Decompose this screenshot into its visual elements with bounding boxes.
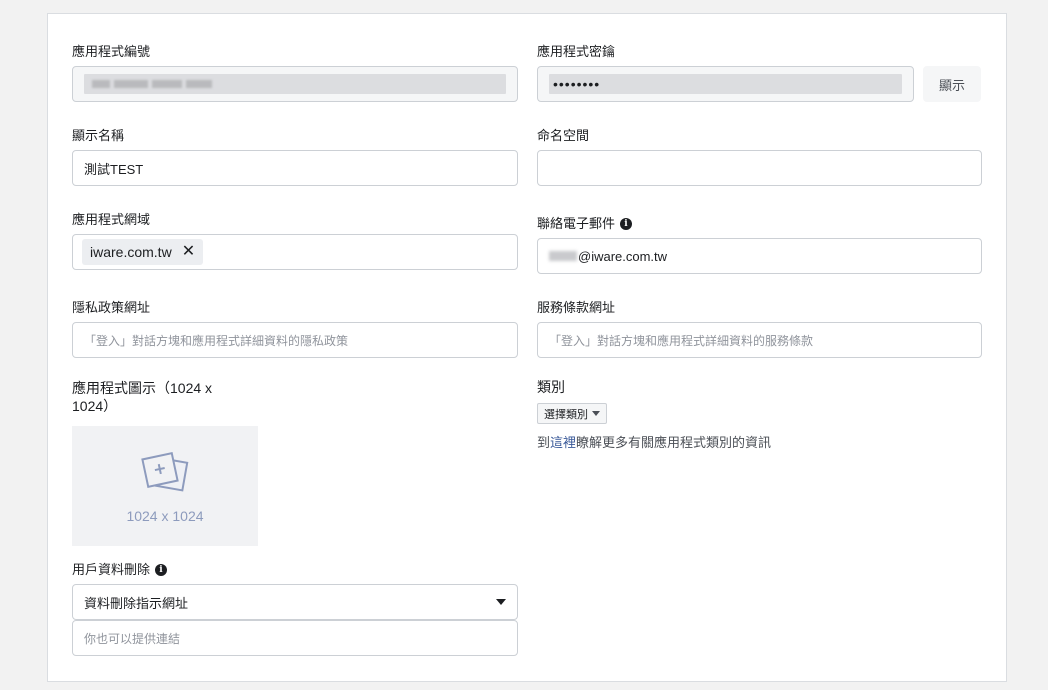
category-select[interactable]: 選擇類別 bbox=[537, 403, 607, 424]
display-name-value: 測試TEST bbox=[84, 161, 144, 177]
data-deletion-dropdown[interactable]: 資料刪除指示網址 bbox=[72, 584, 518, 620]
show-secret-button[interactable]: 顯示 bbox=[923, 66, 981, 102]
display-name-input[interactable]: 測試TEST bbox=[72, 150, 518, 186]
app-id-field[interactable] bbox=[72, 66, 518, 102]
privacy-url-placeholder: 「登入」對話方塊和應用程式詳細資料的隱私政策 bbox=[84, 333, 349, 348]
show-secret-button-label: 顯示 bbox=[938, 77, 965, 93]
app-icon-dimensions: 1024 x 1024 bbox=[126, 508, 204, 524]
contact-email-label: 聯絡電子郵件 i bbox=[537, 216, 633, 232]
display-name-label: 顯示名稱 bbox=[72, 128, 125, 143]
data-deletion-url-input[interactable]: 你也可以提供連結 bbox=[72, 620, 518, 656]
email-redacted-part bbox=[549, 251, 577, 261]
privacy-url-input[interactable]: 「登入」對話方塊和應用程式詳細資料的隱私政策 bbox=[72, 322, 518, 358]
namespace-input[interactable] bbox=[537, 150, 982, 186]
app-domains-label: 應用程式網域 bbox=[72, 212, 151, 227]
app-secret-field[interactable]: •••••••• bbox=[537, 66, 914, 102]
app-id-redacted-value bbox=[84, 74, 506, 94]
app-domains-input[interactable]: iware.com.tw ✕ bbox=[72, 234, 518, 270]
privacy-url-label: 隱私政策網址 bbox=[72, 300, 151, 315]
info-icon[interactable]: i bbox=[155, 564, 168, 576]
data-deletion-dropdown-value: 資料刪除指示網址 bbox=[84, 595, 189, 611]
terms-url-placeholder: 「登入」對話方塊和應用程式詳細資料的服務條款 bbox=[549, 333, 814, 348]
terms-url-input[interactable]: 「登入」對話方塊和應用程式詳細資料的服務條款 bbox=[537, 322, 982, 358]
app-secret-dots: •••••••• bbox=[553, 76, 601, 92]
category-help-suffix: 瞭解更多有關應用程式類別的資訊 bbox=[576, 435, 772, 450]
app-id-label: 應用程式編號 bbox=[72, 44, 151, 59]
app-secret-label: 應用程式密鑰 bbox=[537, 44, 616, 59]
domain-tag-label: iware.com.tw bbox=[90, 244, 172, 260]
domain-tag: iware.com.tw ✕ bbox=[82, 239, 204, 265]
contact-email-value: @iware.com.tw bbox=[578, 248, 668, 264]
data-deletion-label: 用戶資料刪除 i bbox=[72, 562, 168, 578]
caret-down-icon bbox=[496, 599, 506, 605]
namespace-label: 命名空間 bbox=[537, 128, 590, 143]
category-help-prefix: 到 bbox=[537, 435, 551, 450]
category-help-link[interactable]: 這裡 bbox=[550, 435, 576, 450]
info-icon[interactable]: i bbox=[620, 218, 633, 230]
terms-url-label: 服務條款網址 bbox=[537, 300, 616, 315]
category-label: 類別 bbox=[537, 379, 565, 395]
app-icon-uploader[interactable]: 1024 x 1024 bbox=[72, 426, 258, 546]
basic-settings-card: 應用程式編號 應用程式密鑰 •••••••• 顯示 顯示名稱 測試TEST 命名… bbox=[47, 13, 1007, 682]
add-image-icon bbox=[141, 452, 189, 492]
remove-tag-icon[interactable]: ✕ bbox=[182, 244, 195, 260]
app-secret-masked: •••••••• bbox=[549, 74, 902, 94]
app-icon-label: 應用程式圖示（1024 x 1024） bbox=[72, 380, 213, 414]
chevron-down-icon bbox=[592, 411, 600, 416]
category-select-value: 選擇類別 bbox=[544, 408, 588, 421]
data-deletion-url-placeholder: 你也可以提供連結 bbox=[84, 631, 181, 646]
contact-email-input[interactable]: @iware.com.tw bbox=[537, 238, 982, 274]
category-help-text: 到這裡瞭解更多有關應用程式類別的資訊 bbox=[537, 432, 771, 451]
